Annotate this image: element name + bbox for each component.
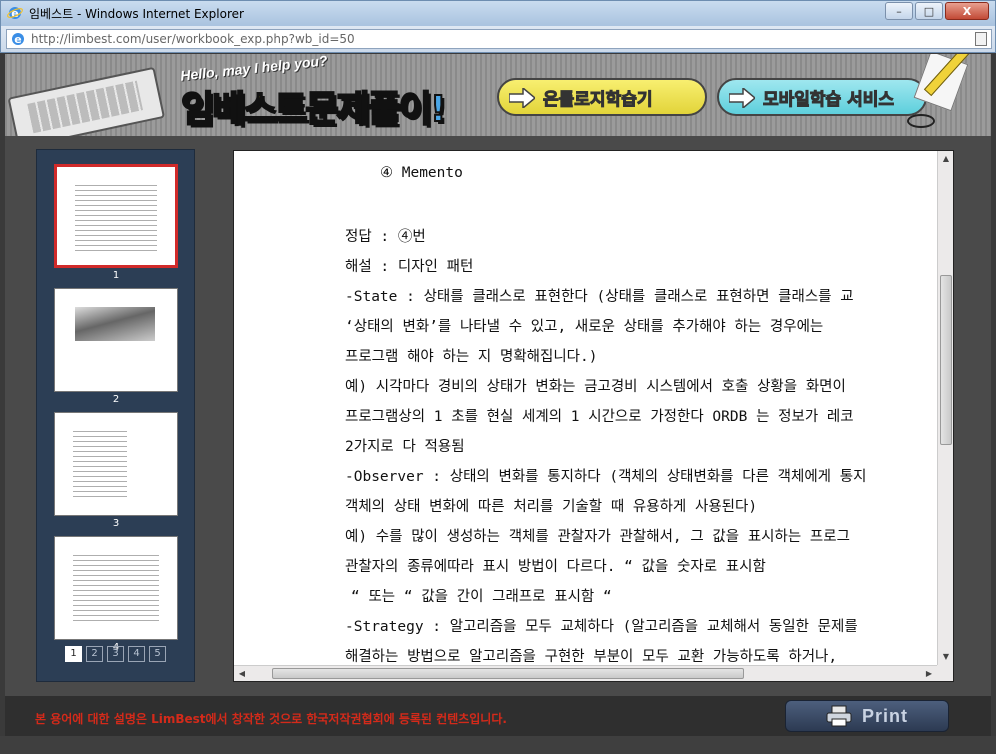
scroll-up-icon[interactable]: ▲ (938, 151, 954, 167)
window-titlebar: e 임베스트 - Windows Internet Explorer – □ X (0, 0, 996, 26)
explanation-line: 프로그램 해야 하는 지 명확해집니다.) (345, 349, 598, 365)
printer-icon (826, 705, 852, 727)
page-thumbnail[interactable] (54, 164, 178, 268)
window-title: 임베스트 - Windows Internet Explorer (29, 7, 244, 21)
scroll-right-icon[interactable]: ▶ (921, 666, 937, 682)
internet-explorer-icon: e (7, 7, 23, 20)
site-logo[interactable]: 임베스트문제풀이! (180, 80, 447, 132)
explanation-line: 예) 수를 많이 생성하는 객체를 관찰자가 관찰해서, 그 값을 표시하는 프… (345, 529, 850, 545)
explanation-line: “ 또는 “ 값을 간이 그래프로 표시함 “ (351, 589, 612, 605)
document-content: ④ Memento 정답 : ④번 해설 : 디자인 패턴 -State : 상… (234, 151, 937, 665)
viewer-area: 1 2 3 4 1 2 3 4 5 ④ Memento 정답 : ④번 해설 :… (5, 136, 991, 696)
svg-text:e: e (14, 33, 21, 46)
url-text: http://limbest.com/user/workbook_exp.php… (31, 32, 355, 46)
ontology-label-highlight: 온톨로지 (543, 89, 607, 110)
window-controls: – □ X (885, 2, 989, 20)
ontology-label: 학습기 (605, 89, 653, 110)
document-viewer[interactable]: ④ Memento 정답 : ④번 해설 : 디자인 패턴 -State : 상… (233, 150, 954, 682)
explanation-line: -Strategy : 알고리즘을 모두 교체하다 (알고리즘을 교체해서 동일… (345, 619, 858, 635)
copyright-notice: 본 용어에 대한 설명은 LimBest에서 창작한 것으로 한국저작권협회에 … (35, 712, 507, 726)
explanation-line: 해결하는 방법으로 알고리즘을 구현한 부분이 모두 교환 가능하도록 하거나, (345, 649, 838, 665)
scrollbar-corner (937, 665, 953, 681)
site-banner: Hello, may I help you? 임베스트문제풀이! 온톨로지 학습… (5, 54, 991, 136)
window-bottom-edge (0, 736, 996, 754)
scroll-left-icon[interactable]: ◀ (234, 666, 250, 682)
explanation-line: 객체의 상태 변화에 따른 처리를 기술할 때 유용하게 사용된다) (345, 499, 758, 515)
explanation-heading: 해설 : 디자인 패턴 (345, 259, 474, 275)
explanation-line: ‘상태의 변화’를 나타낼 수 있고, 새로운 상태를 추가해야 하는 경우에는 (345, 319, 824, 335)
compatibility-view-icon[interactable] (975, 32, 987, 46)
close-icon: X (962, 4, 972, 18)
page-thumbnail[interactable] (54, 536, 178, 640)
pager-page[interactable]: 3 (107, 646, 124, 662)
arrow-right-icon (729, 88, 755, 108)
laptop-illustration (5, 54, 166, 136)
horizontal-scroll-thumb[interactable] (272, 668, 744, 679)
explanation-line: 관찰자의 종류에따라 표시 방법이 다르다. “ 값을 숫자로 표시함 (345, 559, 766, 575)
close-button[interactable]: X (945, 2, 989, 20)
thumbnail-number: 1 (112, 270, 120, 281)
logo-subtitle: 문제풀이! (304, 88, 447, 131)
mobile-label: 학습 서비스 (809, 89, 895, 110)
vertical-scrollbar[interactable]: ▲ ▼ (937, 151, 953, 665)
ontology-learning-button[interactable]: 온톨로지 학습기 (497, 78, 707, 116)
logo-brand: 임베스트 (180, 88, 309, 131)
pager-page[interactable]: 4 (128, 646, 145, 662)
url-field[interactable]: e http://limbest.com/user/workbook_exp.p… (6, 29, 992, 49)
explanation-line: 프로그램상의 1 초를 현실 세계의 1 시간으로 가정한다 ORDB 는 정보… (345, 409, 854, 425)
page-thumbnail[interactable] (54, 288, 178, 392)
horizontal-scrollbar[interactable]: ◀ ▶ (234, 665, 937, 681)
vertical-scroll-thumb[interactable] (940, 275, 952, 445)
thumbnail-panel: 1 2 3 4 1 2 3 4 5 (36, 149, 195, 682)
maximize-icon: □ (923, 4, 935, 18)
explanation-line: -Observer : 상태의 변화를 통지하다 (객체의 상태변화를 다른 객… (345, 469, 867, 485)
scroll-down-icon[interactable]: ▼ (938, 649, 954, 665)
print-button[interactable]: Print (785, 700, 949, 732)
print-label: Print (861, 705, 908, 726)
arrow-right-icon (509, 88, 535, 108)
thumbnail-number: 2 (112, 394, 120, 405)
footer-bar: 본 용어에 대한 설명은 LimBest에서 창작한 것으로 한국저작권협회에 … (5, 696, 991, 736)
minimize-icon: – (896, 4, 902, 18)
scissors-illustration (907, 114, 935, 128)
minimize-button[interactable]: – (885, 2, 913, 20)
explanation-line: 2가지로 다 적용됨 (345, 439, 465, 455)
explanation-line: -State : 상태를 클래스로 표현한다 (상태를 클래스로 표현하면 클래… (345, 289, 854, 305)
pager-page[interactable]: 1 (65, 646, 82, 662)
maximize-button[interactable]: □ (915, 2, 943, 20)
page-favicon-icon: e (12, 33, 24, 46)
pager-page[interactable]: 5 (149, 646, 166, 662)
explanation-line: 예) 시각마다 경비의 상태가 변화는 금고경비 시스템에서 호출 상황을 화면… (345, 379, 846, 395)
address-bar: e http://limbest.com/user/workbook_exp.p… (0, 26, 996, 53)
answer-option: ④ Memento (380, 165, 463, 181)
thumbnail-number: 3 (112, 518, 120, 529)
pager-page[interactable]: 2 (86, 646, 103, 662)
mobile-label-highlight: 모바일 (763, 89, 811, 110)
thumbnail-pager: 1 2 3 4 5 (65, 646, 166, 662)
page-thumbnail[interactable] (54, 412, 178, 516)
answer-line: 정답 : ④번 (345, 229, 426, 245)
mobile-learning-button[interactable]: 모바일 학습 서비스 (717, 78, 927, 116)
